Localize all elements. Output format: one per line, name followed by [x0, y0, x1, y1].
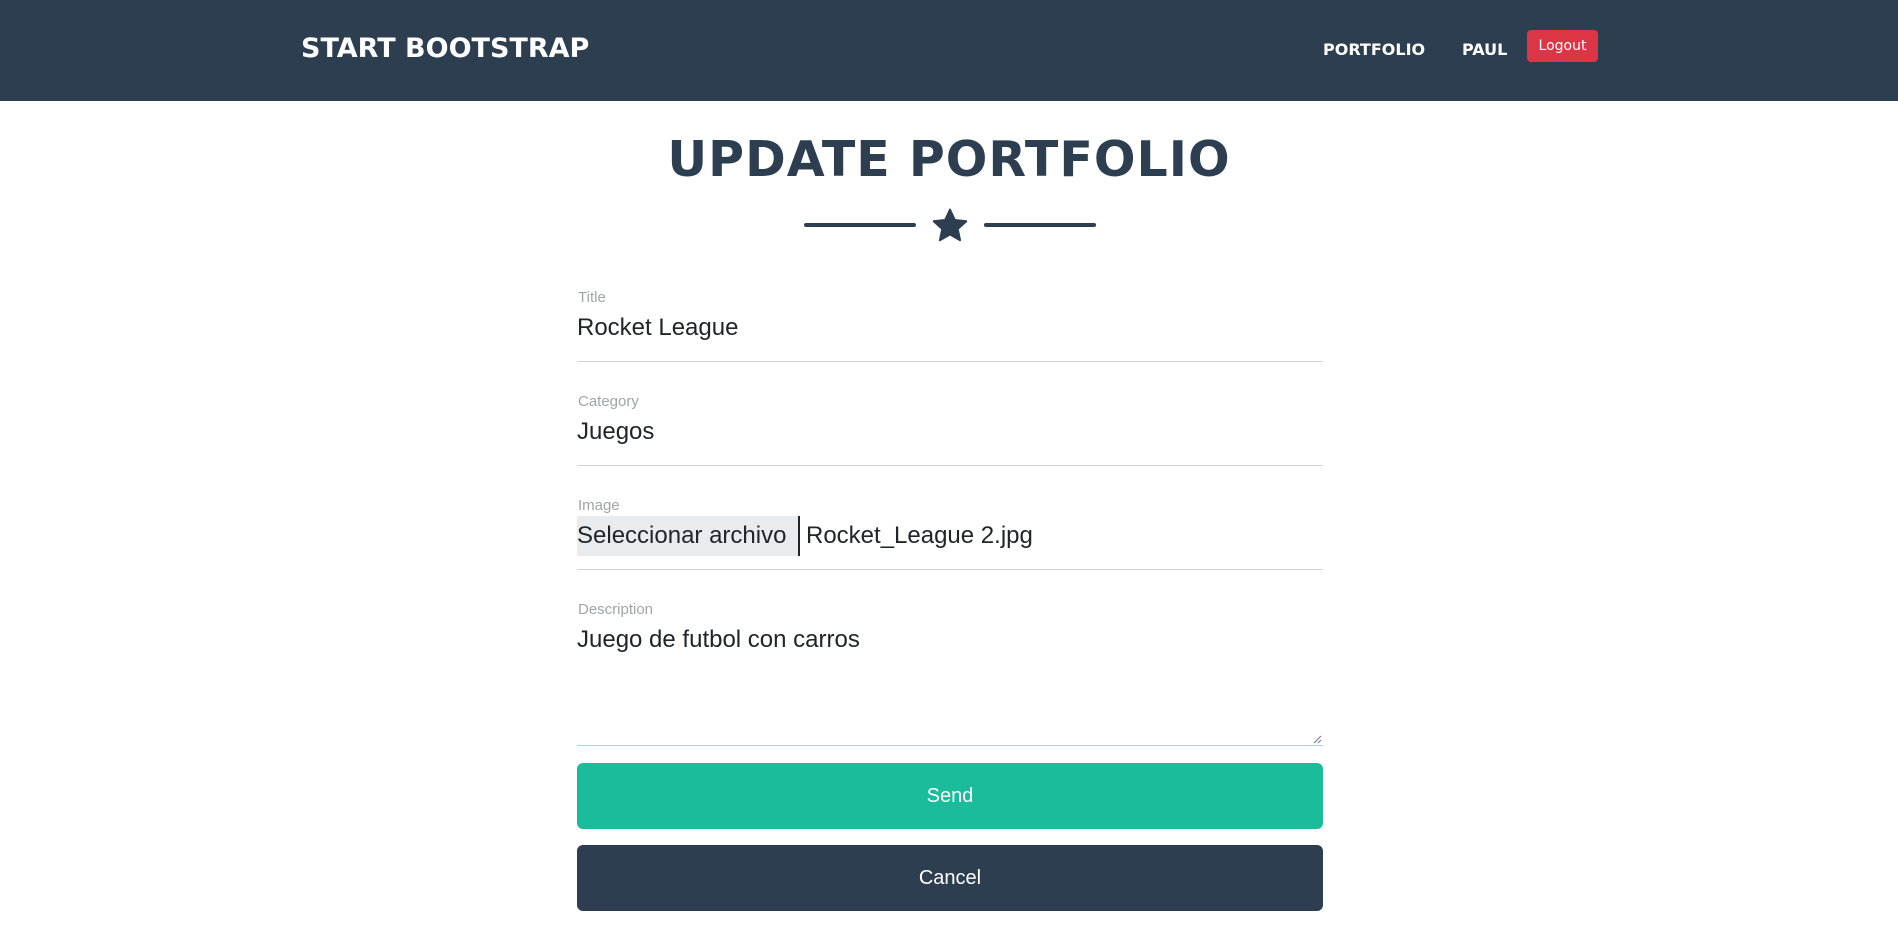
cancel-button[interactable]: Cancel: [577, 845, 1323, 911]
image-form-group: Image Seleccionar archivo Rocket_League …: [577, 497, 1323, 570]
file-name-text: Rocket_League 2.jpg: [806, 522, 1033, 549]
logout-button[interactable]: Logout: [1527, 30, 1598, 62]
description-textarea[interactable]: Juego de futbol con carros: [577, 626, 1317, 736]
category-label: Category: [578, 393, 639, 410]
brand-link[interactable]: START BOOTSTRAP: [301, 33, 589, 64]
star-icon: [932, 208, 968, 242]
description-label: Description: [578, 601, 654, 618]
description-form-group: Description Juego de futbol con carros: [577, 601, 1323, 746]
divider-line-left: [804, 223, 916, 227]
title-input[interactable]: [577, 314, 1317, 342]
file-choose-button[interactable]: Seleccionar archivo: [577, 516, 801, 556]
nav-portfolio-link[interactable]: PORTFOLIO: [1323, 40, 1425, 59]
send-button[interactable]: Send: [577, 763, 1323, 829]
resize-handle-icon[interactable]: [1312, 734, 1322, 744]
category-form-group: Category: [577, 393, 1323, 466]
page-title: UPDATE PORTFOLIO: [667, 131, 1231, 188]
divider-line-right: [984, 223, 1096, 227]
image-label: Image: [578, 497, 620, 514]
navbar: START BOOTSTRAP PORTFOLIO PAUL Logout: [0, 0, 1898, 101]
title-form-group: Title: [577, 289, 1323, 362]
title-label: Title: [578, 289, 606, 306]
nav-user-link[interactable]: PAUL: [1462, 40, 1507, 59]
category-input[interactable]: [577, 418, 1317, 446]
